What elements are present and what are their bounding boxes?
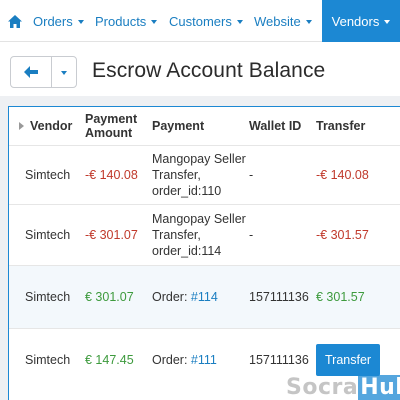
table-row: Simtech -€ 301.07 Mangopay Seller Transf… <box>9 204 400 265</box>
chevron-down-icon <box>77 19 84 24</box>
order-link[interactable]: #111 <box>191 353 217 367</box>
nav-customers[interactable]: Customers <box>169 0 243 42</box>
chevron-down-icon <box>236 19 243 24</box>
cell-payment-amount: € 147.45 <box>85 352 134 367</box>
nav-products[interactable]: Products <box>95 0 158 42</box>
payment-prefix: Order: <box>152 352 191 367</box>
column-wallet-id: Wallet ID <box>249 118 302 133</box>
escrow-table: Vendor Payment Amount Payment Wallet ID … <box>9 107 400 391</box>
top-navigation: Orders Products Customers Website Vendor… <box>0 0 400 42</box>
nav-vendors-label: Vendors <box>331 13 380 29</box>
payment-prefix: Order: <box>152 289 191 304</box>
page-title: Escrow Account Balance <box>92 59 326 82</box>
toolbar: Escrow Account Balance <box>0 42 400 100</box>
nav-vendors[interactable]: Vendors <box>322 0 400 42</box>
chevron-down-icon <box>305 19 312 24</box>
column-vendor-label: Vendor <box>30 118 73 133</box>
cell-transfer: -€ 301.57 <box>316 227 369 242</box>
cell-payment: Mangopay Seller Transfer, order_id:110 <box>152 151 246 198</box>
nav-orders[interactable]: Orders <box>33 0 84 42</box>
cell-vendor: Simtech <box>25 167 71 182</box>
nav-orders-label: Orders <box>33 13 73 29</box>
cell-payment-amount: -€ 140.08 <box>85 167 138 182</box>
cell-wallet-id: - <box>249 167 254 182</box>
content-area: Vendor Payment Amount Payment Wallet ID … <box>0 96 400 400</box>
cell-transfer: € 301.57 <box>316 289 365 304</box>
watermark-part2: Hub <box>358 375 400 400</box>
table-row: Simtech € 301.07 Order: #114 157111136 €… <box>9 265 400 328</box>
column-vendor[interactable]: Vendor <box>9 107 85 145</box>
back-button[interactable] <box>10 56 52 88</box>
chevron-down-icon <box>384 19 391 24</box>
cell-payment: Order: #114 <box>152 265 249 328</box>
column-payment-amount: Payment Amount <box>85 111 138 140</box>
chevron-down-icon <box>151 19 158 24</box>
cell-vendor: Simtech <box>25 227 71 242</box>
arrow-left-icon <box>24 66 38 78</box>
column-transfer: Transfer <box>316 118 366 133</box>
actions-dropdown-button[interactable] <box>51 56 77 88</box>
table-header-row: Vendor Payment Amount Payment Wallet ID … <box>9 107 400 145</box>
cell-vendor: Simtech <box>25 289 71 304</box>
escrow-table-panel: Vendor Payment Amount Payment Wallet ID … <box>8 106 400 400</box>
nav-customers-label: Customers <box>169 13 232 29</box>
order-link[interactable]: #114 <box>191 290 218 304</box>
cell-transfer: -€ 140.08 <box>316 167 369 182</box>
watermark-logo: SocraHub <box>286 375 400 400</box>
cell-payment: Mangopay Seller Transfer, order_id:114 <box>152 211 246 258</box>
column-payment: Payment <box>152 118 205 133</box>
home-icon[interactable] <box>8 0 22 42</box>
nav-website-label: Website <box>254 13 301 29</box>
cell-payment-amount: € 301.07 <box>85 289 134 304</box>
transfer-button[interactable]: Transfer <box>316 343 381 376</box>
table-row: Simtech -€ 140.08 Mangopay Seller Transf… <box>9 145 400 204</box>
cell-vendor: Simtech <box>25 352 71 367</box>
watermark-part1: Socra <box>286 375 359 400</box>
cell-wallet-id: - <box>249 227 254 242</box>
cell-wallet-id: 157111136 <box>249 289 309 304</box>
cell-payment-amount: -€ 301.07 <box>85 227 138 242</box>
nav-website[interactable]: Website <box>254 0 312 42</box>
cell-payment: Order: #111 <box>152 328 249 391</box>
chevron-down-icon <box>61 70 67 75</box>
nav-products-label: Products <box>95 13 147 29</box>
sort-caret-icon <box>19 122 24 131</box>
